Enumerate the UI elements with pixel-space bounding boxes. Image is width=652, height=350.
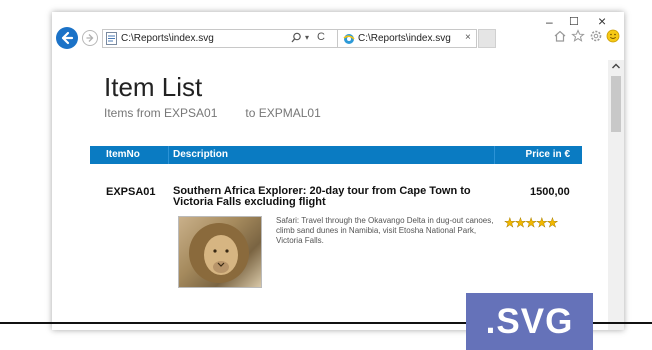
page-icon: [106, 32, 117, 45]
refresh-icon[interactable]: C: [317, 31, 325, 43]
forward-button[interactable]: [82, 30, 98, 46]
ie-icon: [343, 34, 355, 44]
item-price: 1500,00: [530, 186, 570, 198]
item-range: Items from EXPSA01 to EXPMAL01: [104, 106, 321, 120]
back-icon: [61, 31, 74, 45]
range-from: Items from EXPSA01: [104, 106, 218, 120]
search-icon[interactable]: [291, 32, 302, 44]
back-button[interactable]: [56, 27, 78, 49]
item-number: EXPSA01: [106, 186, 156, 198]
address-url: C:\Reports\index.svg: [121, 33, 214, 44]
tab-close-button[interactable]: ×: [465, 32, 471, 43]
range-to: to EXPMAL01: [245, 106, 321, 120]
new-tab-button[interactable]: [478, 29, 496, 48]
tab-index-svg[interactable]: C:\Reports\index.svg ×: [337, 29, 477, 48]
item-detail: Safari: Travel through the Okavango Delt…: [276, 216, 494, 245]
home-icon[interactable]: [553, 29, 567, 43]
browser-toolbar: C:\Reports\index.svg ▾ C C:\Reports\inde…: [52, 12, 624, 60]
header-price: Price in €: [525, 149, 570, 160]
gear-icon[interactable]: [589, 29, 603, 43]
minimize-button[interactable]: –: [546, 15, 553, 29]
vertical-scrollbar[interactable]: [608, 60, 624, 330]
maximize-button[interactable]: ☐: [569, 15, 579, 28]
table-header: ItemNo Description Price in €: [90, 146, 582, 164]
scroll-up-icon[interactable]: [611, 62, 621, 73]
star-icon[interactable]: [571, 29, 585, 43]
address-bar[interactable]: C:\Reports\index.svg ▾ C: [102, 29, 340, 48]
browser-window: C:\Reports\index.svg ▾ C C:\Reports\inde…: [52, 12, 624, 330]
header-itemno: ItemNo: [106, 149, 140, 160]
header-divider: [494, 146, 495, 164]
lion-image: [178, 216, 262, 288]
close-button[interactable]: ×: [598, 13, 606, 29]
forward-icon: [86, 34, 94, 42]
header-divider: [168, 146, 169, 164]
header-description: Description: [173, 149, 229, 160]
rating-stars: ★★★★★: [504, 215, 559, 230]
search-dropdown-icon[interactable]: ▾: [305, 33, 309, 42]
smiley-icon[interactable]: [606, 29, 620, 43]
item-description: Southern Africa Explorer: 20-day tour fr…: [173, 185, 471, 208]
page-title: Item List: [104, 72, 203, 102]
svg-badge: .SVG: [466, 293, 593, 350]
tab-title: C:\Reports\index.svg: [358, 33, 451, 44]
scroll-thumb[interactable]: [611, 76, 621, 132]
